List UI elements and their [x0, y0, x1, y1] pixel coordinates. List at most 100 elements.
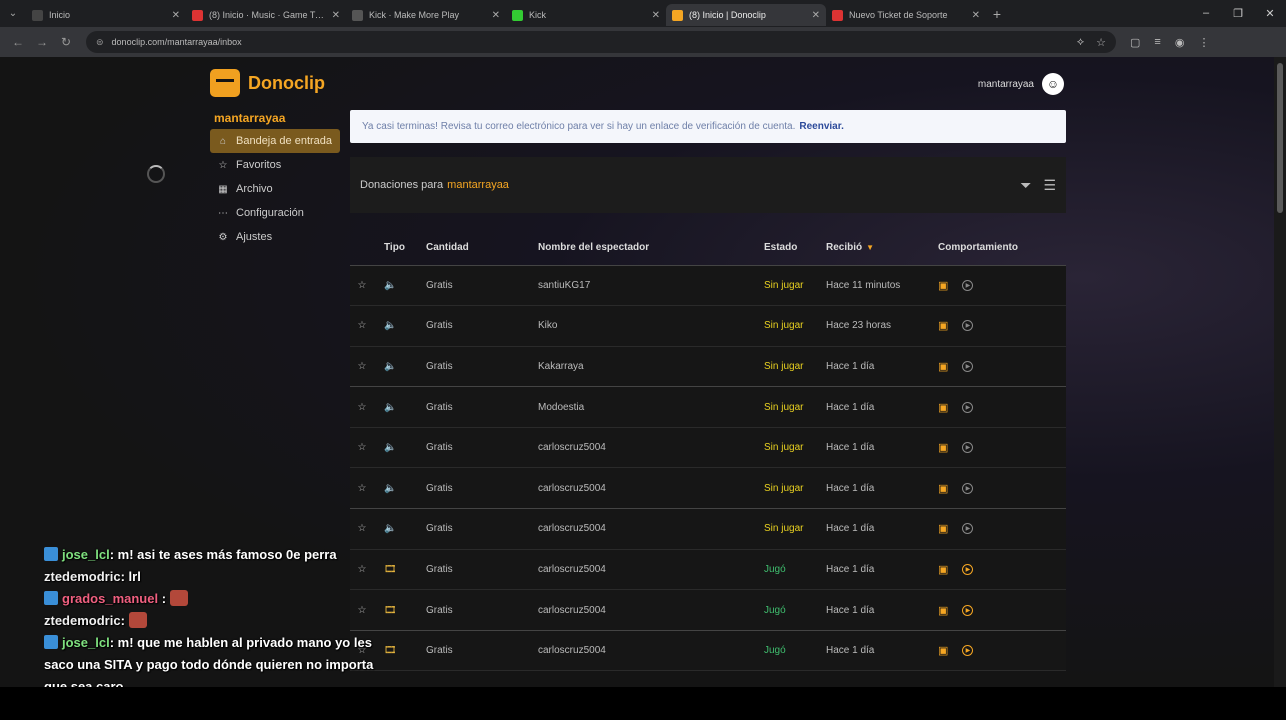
review-icon[interactable]: ▣ [938, 522, 948, 535]
tab-close-icon[interactable]: ✕ [492, 10, 500, 21]
cell-estado: Sin jugar [764, 467, 826, 510]
play-icon[interactable]: ▶ [962, 442, 974, 454]
browser-tab[interactable]: Nuevo Ticket de Soporte ✕ [826, 4, 986, 26]
browser-tab[interactable]: Kick · Make More Play ✕ [346, 4, 506, 26]
clapperboard-icon [210, 69, 240, 97]
header-nombre[interactable]: Nombre del espectador [538, 231, 764, 266]
table-row[interactable]: ☆ 🔈 Gratis carloscruz5004 Sin jugar Hace 1 dí… [350, 467, 1066, 510]
table-row[interactable]: ☆ 🔈 Gratis Kakarraya Sin jugar Hace 1 día ▣ ▶ [350, 346, 1066, 388]
review-icon[interactable]: ▣ [938, 401, 948, 414]
table-row[interactable]: ☆ 🔈 Gratis carloscruz5004 Sin jugar Hace 1 dí… [350, 508, 1066, 550]
table-row[interactable]: ☆ 🎞 Gratis carloscruz5004 Jugó Hace 1 día ▣ ▶ [350, 589, 1066, 631]
play-icon[interactable]: ▶ [962, 563, 974, 575]
play-icon[interactable]: ▶ [962, 360, 974, 372]
restore-icon[interactable]: ❐ [1222, 7, 1254, 20]
donoclip-logo[interactable]: Donoclip [210, 69, 325, 97]
user-avatar-icon[interactable]: ☺ [1042, 73, 1064, 95]
browser-tab[interactable]: Kick ✕ [506, 4, 666, 26]
favorite-star-icon[interactable]: ☆ [358, 361, 367, 372]
bookmark-star-icon[interactable]: ☆ [1096, 36, 1106, 49]
resend-link[interactable]: Reenviar. [799, 121, 843, 132]
translate-icon[interactable]: ⟡ [1077, 36, 1084, 49]
favorite-star-icon[interactable]: ☆ [358, 523, 367, 534]
play-icon[interactable]: ▶ [962, 604, 974, 616]
tab-search-icon[interactable]: ⌄ [0, 0, 26, 27]
user-menu[interactable]: mantarrayaa ☺ [978, 73, 1064, 95]
tab-close-icon[interactable]: ✕ [972, 10, 980, 21]
table-row[interactable]: ☆ 🎞 Gratis carloscruz5004 Jugó Hace 1 día ▣ ▶ [350, 630, 1066, 672]
loading-spinner-icon [147, 165, 165, 183]
sidebar-item-favorites[interactable]: ☆ Favoritos [210, 153, 340, 177]
sidebar-item-inbox[interactable]: ⌂ Bandeja de entrada [210, 129, 340, 153]
review-icon[interactable]: ▣ [938, 482, 948, 495]
table-row[interactable]: ☆ 🎞 Gratis carloscruz5004 Jugó Hace 1 día ▣ ▶ [350, 549, 1066, 591]
address-bar[interactable]: ⊜ donoclip.com/mantarrayaa/inbox ⟡ ☆ [86, 31, 1116, 53]
review-icon[interactable]: ▣ [938, 319, 948, 332]
sliders-icon[interactable]: ☰ [1043, 177, 1056, 194]
profile-icon[interactable]: ◉ [1175, 36, 1185, 49]
browser-tab[interactable]: (8) Inicio · Music · Game Type ✕ [186, 4, 346, 26]
play-icon[interactable]: ▶ [962, 279, 974, 291]
chat-username[interactable]: ztedemodric [44, 613, 121, 628]
favorite-star-icon[interactable]: ☆ [358, 402, 367, 413]
chat-username[interactable]: jose_lcl [62, 547, 110, 562]
play-icon[interactable]: ▶ [962, 645, 974, 657]
chat-username[interactable]: ztedemodric [44, 569, 121, 584]
cell-nombre: carloscruz5004 [538, 508, 764, 550]
review-icon[interactable]: ▣ [938, 644, 948, 657]
header-estado[interactable]: Estado [764, 231, 826, 266]
favorite-star-icon[interactable]: ☆ [358, 320, 367, 331]
table-row[interactable]: ☆ 🔈 Gratis Kiko Sin jugar Hace 23 horas ▣ ▶ [350, 305, 1066, 347]
archive-icon: ▦ [218, 183, 228, 195]
filter-icon[interactable]: ⏷ [1020, 177, 1031, 194]
tab-close-icon[interactable]: ✕ [172, 10, 180, 21]
play-icon[interactable]: ▶ [962, 482, 974, 494]
sidebar-item-label: Archivo [236, 183, 273, 195]
header-recibio[interactable]: Recibió ▼ [826, 231, 938, 266]
sidebar-item-configuration[interactable]: ⋯ Configuración [210, 201, 340, 225]
browser-menu-icon[interactable]: ⋮ [1198, 36, 1209, 49]
minimize-icon[interactable]: – [1190, 7, 1222, 20]
tab-close-icon[interactable]: ✕ [332, 10, 340, 21]
new-tab-button[interactable]: + [986, 6, 1008, 22]
play-icon[interactable]: ▶ [962, 401, 974, 413]
play-icon[interactable]: ▶ [962, 320, 974, 332]
tab-close-icon[interactable]: ✕ [652, 10, 660, 21]
sort-desc-icon[interactable]: ▼ [866, 243, 874, 252]
play-icon[interactable]: ▶ [962, 523, 974, 535]
table-row[interactable]: ☆ 🔈 Gratis Modoestia Sin jugar Hace 1 día ▣ ▶ [350, 386, 1066, 428]
tab-title: Kick · Make More Play [369, 10, 460, 20]
table-row[interactable]: ☆ 🔈 Gratis carloscruz5004 Sin jugar Hace 1 dí… [350, 427, 1066, 469]
review-icon[interactable]: ▣ [938, 279, 948, 292]
cell-cantidad: Gratis [426, 589, 538, 631]
sidebar-item-label: Ajustes [236, 231, 273, 243]
forward-icon[interactable]: → [30, 35, 54, 49]
chat-username[interactable]: jose_lcl [62, 635, 110, 650]
favorite-star-icon[interactable]: ☆ [358, 483, 367, 494]
site-info-icon[interactable]: ⊜ [96, 37, 104, 48]
cell-estado: Jugó [764, 630, 826, 672]
close-window-icon[interactable]: ✕ [1254, 7, 1286, 20]
scrollbar-thumb[interactable] [1277, 63, 1283, 213]
favorite-star-icon[interactable]: ☆ [358, 442, 367, 453]
chat-username[interactable]: grados_manuel [62, 591, 158, 606]
favorite-star-icon[interactable]: ☆ [358, 280, 367, 291]
table-row[interactable]: ☆ 🔈 Gratis santiuKG17 Sin jugar Hace 11 minut… [350, 265, 1066, 307]
sidebar-item-archive[interactable]: ▦ Archivo [210, 177, 340, 201]
browser-tab[interactable]: Inicio ✕ [26, 4, 186, 26]
reload-icon[interactable]: ↻ [54, 35, 78, 49]
browser-tab[interactable]: (8) Inicio | Donoclip ✕ [666, 4, 826, 26]
media-icon[interactable]: ≡ [1154, 36, 1160, 49]
header-cantidad[interactable]: Cantidad [426, 231, 538, 266]
review-icon[interactable]: ▣ [938, 604, 948, 617]
browser-tab-bar: ⌄ Inicio ✕ (8) Inicio · Music · Game Type ✕… [0, 0, 1286, 27]
page-scrollbar[interactable] [1274, 57, 1286, 687]
back-icon[interactable]: ← [6, 35, 30, 49]
review-icon[interactable]: ▣ [938, 360, 948, 373]
extensions-icon[interactable]: ▢ [1130, 36, 1140, 49]
review-icon[interactable]: ▣ [938, 441, 948, 454]
review-icon[interactable]: ▣ [938, 563, 948, 576]
sidebar-item-settings[interactable]: ⚙ Ajustes [210, 225, 340, 249]
tab-close-icon[interactable]: ✕ [812, 10, 820, 21]
panel-title-user[interactable]: mantarrayaa [447, 179, 509, 191]
